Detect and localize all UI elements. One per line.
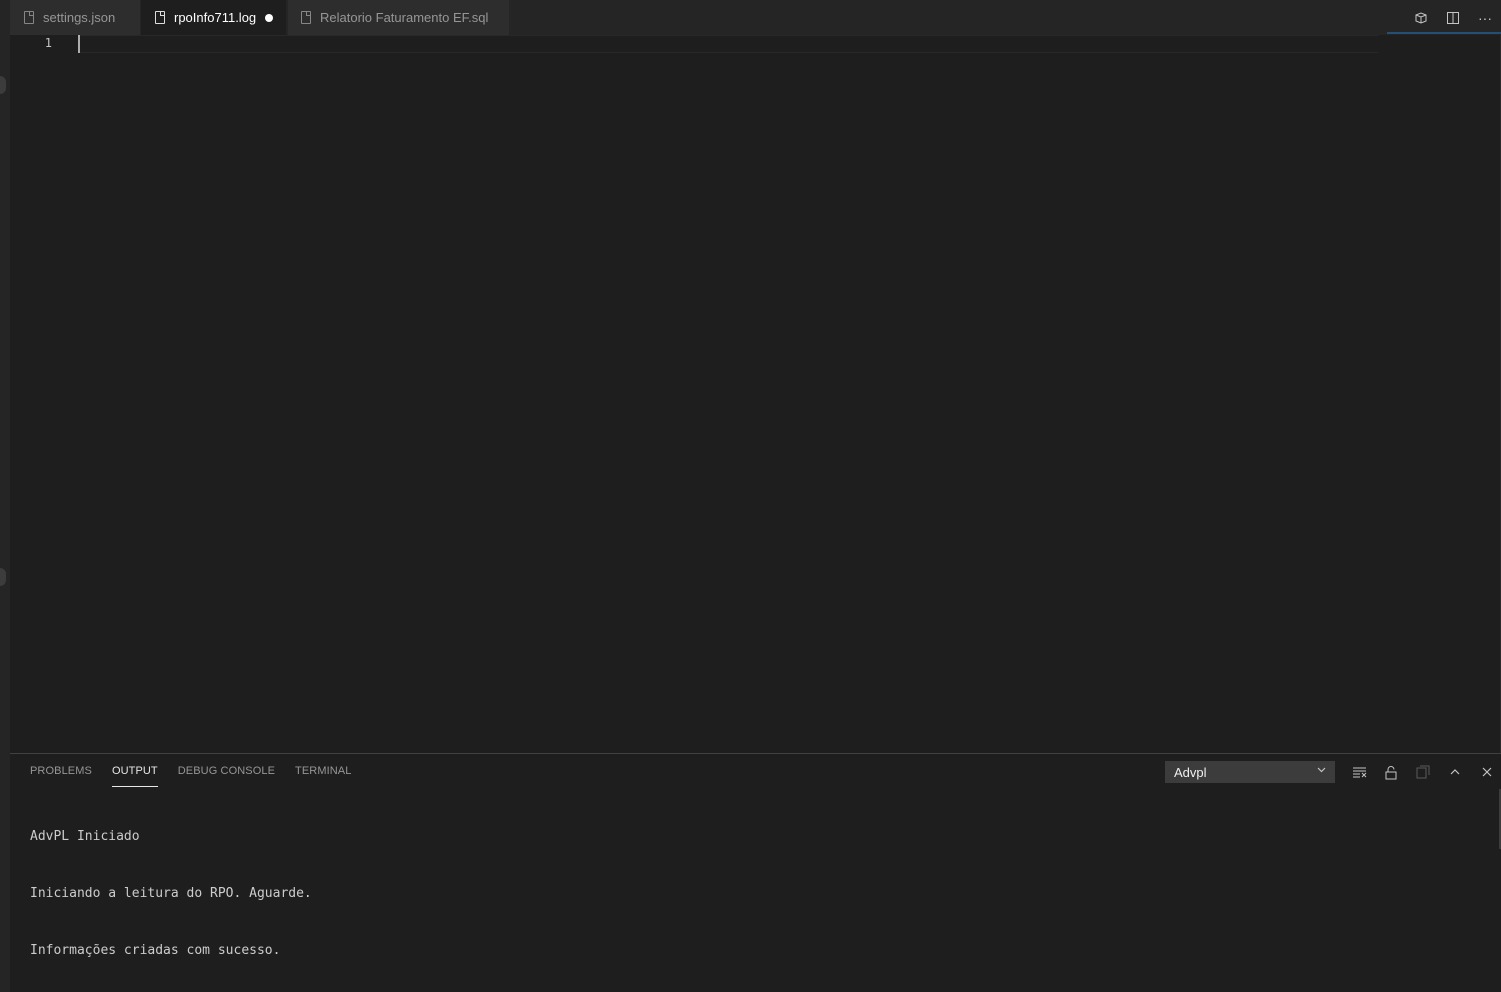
file-icon bbox=[301, 11, 311, 24]
chevron-down-icon bbox=[1316, 764, 1327, 778]
tab-problems[interactable]: PROBLEMS bbox=[30, 754, 92, 788]
clear-output-icon[interactable] bbox=[1347, 760, 1371, 784]
tab-relatorio-sql[interactable]: Relatorio Faturamento EF.sql bbox=[288, 0, 510, 35]
tab-rpoinfo-log[interactable]: rpoInfo711.log bbox=[141, 0, 287, 35]
sash-handle[interactable] bbox=[0, 568, 6, 586]
bottom-panel: PROBLEMS OUTPUT DEBUG CONSOLE TERMINAL A… bbox=[10, 753, 1501, 992]
sash-handle[interactable] bbox=[0, 76, 6, 94]
lock-scroll-icon[interactable] bbox=[1379, 760, 1403, 784]
unsaved-dot-icon[interactable] bbox=[265, 13, 274, 22]
tab-label: Relatorio Faturamento EF.sql bbox=[320, 10, 489, 25]
file-icon bbox=[155, 11, 165, 24]
editor-area[interactable]: 1 bbox=[10, 32, 1501, 753]
line-number: 1 bbox=[44, 36, 52, 50]
file-icon bbox=[24, 11, 34, 24]
output-line: Informações criadas com sucesso. bbox=[30, 943, 281, 958]
output-channel-select[interactable]: Advpl bbox=[1165, 761, 1335, 783]
current-line-highlight bbox=[78, 35, 1378, 53]
tab-debug-console[interactable]: DEBUG CONSOLE bbox=[178, 754, 275, 788]
open-changes-icon[interactable] bbox=[1405, 0, 1437, 35]
activity-edge bbox=[0, 0, 10, 992]
text-cursor bbox=[78, 35, 80, 53]
tab-label: settings.json bbox=[43, 10, 116, 25]
editor-actions: ··· bbox=[1405, 0, 1501, 35]
minimap-slider[interactable] bbox=[1387, 32, 1501, 34]
tab-settings-json[interactable]: settings.json bbox=[10, 0, 141, 35]
tab-label: rpoInfo711.log bbox=[174, 10, 257, 25]
more-actions-icon[interactable]: ··· bbox=[1469, 0, 1501, 35]
output-content[interactable]: AdvPL Iniciado Iniciando a leitura do RP… bbox=[30, 789, 312, 992]
output-line: Iniciando a leitura do RPO. Aguarde. bbox=[30, 886, 312, 901]
editor-tab-bar: settings.json rpoInfo711.log Relatorio F… bbox=[10, 0, 1501, 35]
tab-output[interactable]: OUTPUT bbox=[111, 754, 158, 788]
open-log-icon[interactable] bbox=[1411, 760, 1435, 784]
tab-terminal[interactable]: TERMINAL bbox=[295, 754, 351, 788]
split-editor-icon[interactable] bbox=[1437, 0, 1469, 35]
panel-tab-strip: PROBLEMS OUTPUT DEBUG CONSOLE TERMINAL bbox=[30, 754, 371, 788]
output-line: AdvPL Iniciado bbox=[30, 829, 140, 844]
maximize-panel-icon[interactable] bbox=[1443, 760, 1467, 784]
close-panel-icon[interactable] bbox=[1475, 760, 1499, 784]
output-channel-value: Advpl bbox=[1174, 764, 1207, 780]
